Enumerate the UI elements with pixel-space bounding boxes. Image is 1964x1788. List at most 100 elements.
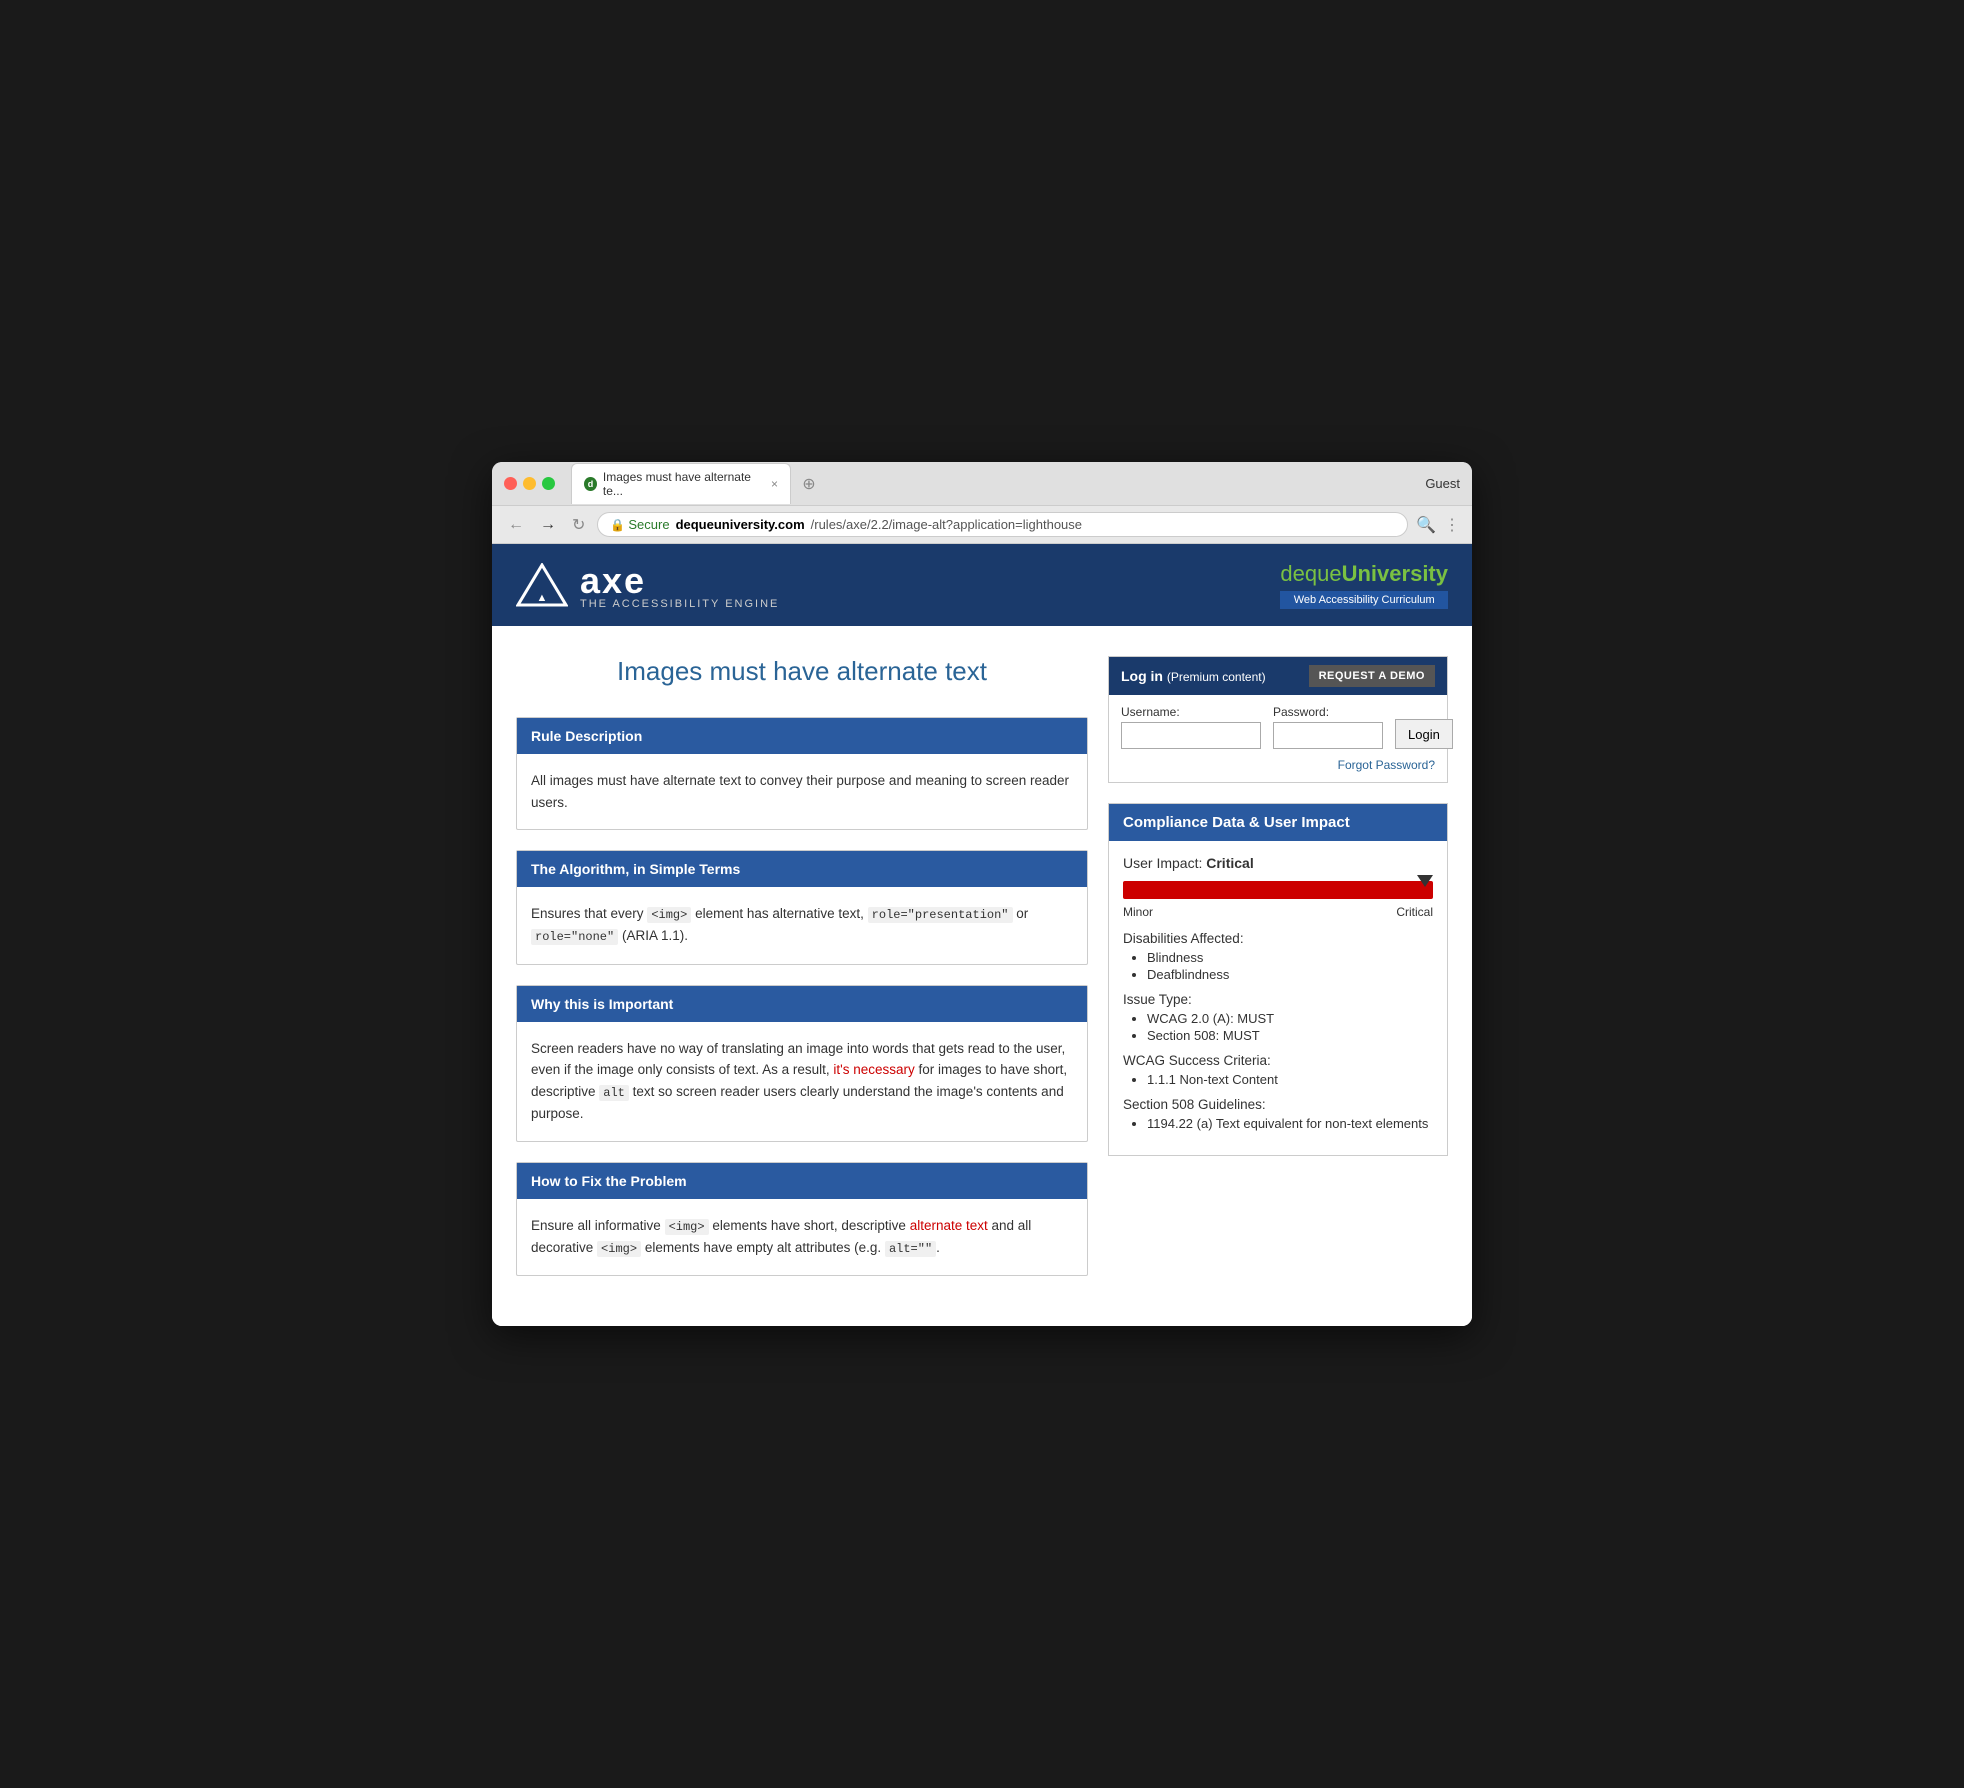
rule-description-body: All images must have alternate text to c… bbox=[517, 754, 1087, 829]
wcag-section: WCAG Success Criteria: 1.1.1 Non-text Co… bbox=[1123, 1053, 1433, 1087]
refresh-button[interactable]: ↻ bbox=[568, 513, 589, 537]
deque-university-brand: dequeUniversity Web Accessibility Curric… bbox=[1280, 561, 1448, 609]
username-input[interactable] bbox=[1121, 722, 1261, 749]
address-bar: ← → ↻ 🔒 Secure dequeuniversity.com /rule… bbox=[492, 506, 1472, 544]
issue-type-item: Section 508: MUST bbox=[1147, 1028, 1433, 1043]
tab-area: d Images must have alternate te... × ⊕ bbox=[571, 463, 1417, 504]
its-necessary-link[interactable]: it's necessary bbox=[833, 1062, 914, 1077]
left-column: Images must have alternate text Rule Des… bbox=[516, 656, 1088, 1296]
traffic-lights bbox=[504, 477, 555, 490]
algorithm-section: The Algorithm, in Simple Terms Ensures t… bbox=[516, 850, 1088, 964]
rule-description-section: Rule Description All images must have al… bbox=[516, 717, 1088, 830]
why-important-body: Screen readers have no way of translatin… bbox=[517, 1022, 1087, 1141]
axe-logo-text: axe THE ACCESSIBILITY ENGINE bbox=[580, 560, 779, 610]
url-path: /rules/axe/2.2/image-alt?application=lig… bbox=[811, 517, 1082, 532]
disabilities-list: Blindness Deafblindness bbox=[1123, 950, 1433, 982]
tab-title: Images must have alternate te... bbox=[603, 470, 761, 498]
img-code-3: <img> bbox=[597, 1241, 641, 1257]
impact-labels: Minor Critical bbox=[1123, 905, 1433, 919]
tab-close-icon[interactable]: × bbox=[771, 477, 778, 491]
login-button[interactable]: Login bbox=[1395, 719, 1453, 749]
wcag-title: WCAG Success Criteria: bbox=[1123, 1053, 1433, 1068]
impact-indicator bbox=[1417, 875, 1433, 887]
rule-description-title: Rule Description bbox=[531, 728, 642, 744]
axe-brand-name: axe bbox=[580, 560, 779, 602]
img-code-2: <img> bbox=[665, 1219, 709, 1235]
algorithm-body: Ensures that every <img> element has alt… bbox=[517, 887, 1087, 963]
page-content: ▲ axe THE ACCESSIBILITY ENGINE dequeUniv… bbox=[492, 544, 1472, 1326]
img-code: <img> bbox=[647, 907, 691, 923]
issue-type-item: WCAG 2.0 (A): MUST bbox=[1147, 1011, 1433, 1026]
secure-text: Secure bbox=[628, 517, 669, 532]
request-demo-button[interactable]: REQUEST A DEMO bbox=[1309, 665, 1435, 687]
impact-bar-container bbox=[1123, 881, 1433, 899]
algorithm-header: The Algorithm, in Simple Terms bbox=[517, 851, 1087, 887]
active-tab[interactable]: d Images must have alternate te... × bbox=[571, 463, 791, 504]
new-tab-button[interactable]: ⊕ bbox=[797, 472, 821, 496]
password-label: Password: bbox=[1273, 705, 1383, 719]
alt-code: alt bbox=[599, 1085, 629, 1101]
login-box: Log in (Premium content) REQUEST A DEMO … bbox=[1108, 656, 1448, 783]
svg-text:▲: ▲ bbox=[537, 592, 548, 604]
url-domain: dequeuniversity.com bbox=[676, 517, 805, 532]
password-input[interactable] bbox=[1273, 722, 1383, 749]
premium-label: (Premium content) bbox=[1167, 670, 1266, 684]
how-to-fix-section: How to Fix the Problem Ensure all inform… bbox=[516, 1162, 1088, 1276]
site-header: ▲ axe THE ACCESSIBILITY ENGINE dequeUniv… bbox=[492, 544, 1472, 626]
how-to-fix-title: How to Fix the Problem bbox=[531, 1173, 687, 1189]
secure-badge: 🔒 Secure bbox=[610, 517, 669, 532]
log-in-label: Log in bbox=[1121, 668, 1163, 684]
main-content: Images must have alternate text Rule Des… bbox=[492, 626, 1472, 1326]
section-508-list: 1194.22 (a) Text equivalent for non-text… bbox=[1123, 1116, 1433, 1131]
role-none-code: role="none" bbox=[531, 929, 618, 945]
alternate-text-link[interactable]: alternate text bbox=[910, 1218, 988, 1233]
section-508-section: Section 508 Guidelines: 1194.22 (a) Text… bbox=[1123, 1097, 1433, 1131]
deque-subtitle: Web Accessibility Curriculum bbox=[1280, 591, 1448, 609]
close-button[interactable] bbox=[504, 477, 517, 490]
login-fields: Username: Password: Login bbox=[1121, 705, 1435, 749]
user-impact-value: Critical bbox=[1206, 855, 1253, 871]
tab-favicon: d bbox=[584, 477, 597, 491]
page-title: Images must have alternate text bbox=[516, 656, 1088, 687]
forward-button[interactable]: → bbox=[536, 514, 560, 536]
disabilities-title: Disabilities Affected: bbox=[1123, 931, 1433, 946]
compliance-header: Compliance Data & User Impact bbox=[1109, 804, 1447, 841]
impact-max-label: Critical bbox=[1396, 905, 1433, 919]
wcag-list: 1.1.1 Non-text Content bbox=[1123, 1072, 1433, 1087]
impact-min-label: Minor bbox=[1123, 905, 1153, 919]
login-header: Log in (Premium content) REQUEST A DEMO bbox=[1109, 657, 1447, 695]
deque-suffix: University bbox=[1342, 561, 1448, 586]
why-important-header: Why this is Important bbox=[517, 986, 1087, 1022]
password-field: Password: bbox=[1273, 705, 1383, 749]
axe-logo: ▲ axe THE ACCESSIBILITY ENGINE bbox=[516, 560, 779, 610]
menu-icon[interactable]: ⋮ bbox=[1444, 515, 1460, 535]
issue-type-title: Issue Type: bbox=[1123, 992, 1433, 1007]
deque-name: dequeUniversity bbox=[1280, 561, 1448, 587]
wcag-item: 1.1.1 Non-text Content bbox=[1147, 1072, 1433, 1087]
address-icons: 🔍 ⋮ bbox=[1416, 515, 1460, 535]
how-to-fix-header: How to Fix the Problem bbox=[517, 1163, 1087, 1199]
disabilities-section: Disabilities Affected: Blindness Deafbli… bbox=[1123, 931, 1433, 982]
why-important-title: Why this is Important bbox=[531, 996, 673, 1012]
compliance-box: Compliance Data & User Impact User Impac… bbox=[1108, 803, 1448, 1156]
forgot-password-link[interactable]: Forgot Password? bbox=[1338, 758, 1435, 772]
role-presentation-code: role="presentation" bbox=[868, 907, 1013, 923]
rule-description-header: Rule Description bbox=[517, 718, 1087, 754]
issue-type-list: WCAG 2.0 (A): MUST Section 508: MUST bbox=[1123, 1011, 1433, 1043]
section-508-title: Section 508 Guidelines: bbox=[1123, 1097, 1433, 1112]
user-impact-label: User Impact: bbox=[1123, 855, 1202, 871]
section-508-item: 1194.22 (a) Text equivalent for non-text… bbox=[1147, 1116, 1433, 1131]
search-icon[interactable]: 🔍 bbox=[1416, 515, 1436, 535]
back-button[interactable]: ← bbox=[504, 514, 528, 536]
url-bar[interactable]: 🔒 Secure dequeuniversity.com /rules/axe/… bbox=[597, 512, 1408, 537]
browser-window: d Images must have alternate te... × ⊕ G… bbox=[492, 462, 1472, 1326]
title-bar: d Images must have alternate te... × ⊕ G… bbox=[492, 462, 1472, 506]
fullscreen-button[interactable] bbox=[542, 477, 555, 490]
alt-empty-code: alt="" bbox=[885, 1241, 936, 1257]
disability-item: Blindness bbox=[1147, 950, 1433, 965]
disability-item: Deafblindness bbox=[1147, 967, 1433, 982]
minimize-button[interactable] bbox=[523, 477, 536, 490]
lock-icon: 🔒 bbox=[610, 518, 625, 532]
right-column: Log in (Premium content) REQUEST A DEMO … bbox=[1108, 656, 1448, 1296]
why-important-section: Why this is Important Screen readers hav… bbox=[516, 985, 1088, 1142]
